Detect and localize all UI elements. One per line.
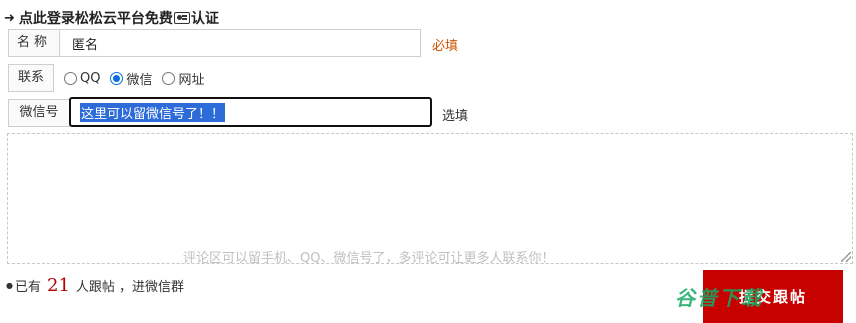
comment-textarea[interactable] [7,133,853,264]
radio-website[interactable]: 网址 [162,69,205,88]
radio-qq-label: QQ [80,71,101,86]
wechat-id-value: 这里可以留微信号了！！ [80,102,226,122]
header-title-prefix[interactable]: 点此登录松松云平台免费 [19,8,173,28]
contact-radio-group: QQ 微信 网址 [64,69,205,88]
contact-label: 联系 [8,64,54,92]
login-header[interactable]: ➜ 点此登录松松云平台免费 认证 [4,8,219,28]
radio-wechat[interactable]: 微信 [110,69,152,88]
radio-circle-icon[interactable] [64,72,77,85]
reply-count: 21 [47,275,70,296]
radio-circle-checked-icon[interactable] [110,72,124,85]
site-watermark: 谷普下载 [675,286,763,310]
name-label: 名称 [8,29,60,57]
optional-hint: 选填 [442,109,469,124]
reply-count-suffix[interactable]: 人跟帖 ，进微信群 [76,276,184,295]
reply-count-prefix: 已有 [14,280,41,295]
radio-qq[interactable]: QQ [64,71,100,86]
radio-website-label: 网址 [178,73,205,88]
bullet-icon: ● [6,281,13,290]
name-input[interactable] [59,29,421,57]
resize-handle-icon[interactable] [841,252,851,262]
login-arrow-icon: ➜ [4,10,15,26]
wechat-id-label: 微信号 [8,99,70,127]
radio-circle-icon[interactable] [162,72,176,85]
reply-count-info: ● 已有 21 人跟帖 ，进微信群 [6,275,184,296]
radio-wechat-label: 微信 [126,73,153,88]
required-hint: 必填 [432,39,459,54]
id-card-icon [173,12,190,24]
header-title-suffix[interactable]: 认证 [191,8,219,28]
wechat-id-input[interactable]: 这里可以留微信号了！！ [69,97,432,127]
comment-placeholder: 评论区可以留手机、QQ、微信号了，多评论可让更多人联系你！ [183,251,555,266]
